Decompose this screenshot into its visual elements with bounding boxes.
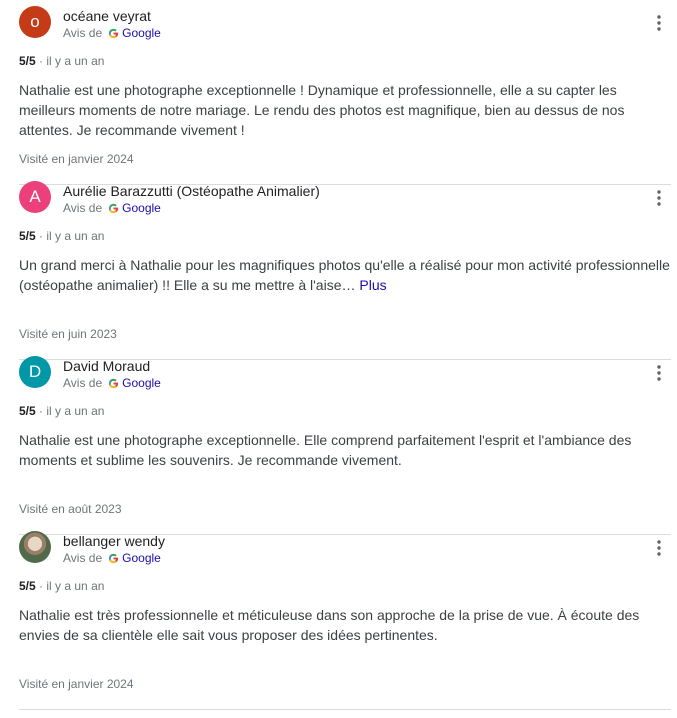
review-source: Avis de Google [63, 201, 161, 215]
review-list: o océane veyrat Avis de Google 5/5 · il … [0, 0, 677, 710]
source-name[interactable]: Google [122, 376, 161, 390]
review-source: Avis de Google [63, 551, 161, 565]
avatar[interactable]: D [19, 356, 51, 388]
review-source: Avis de Google [63, 376, 161, 390]
reviewer-name[interactable]: océane veyrat [63, 8, 151, 24]
reviewer-name[interactable]: David Moraud [63, 358, 150, 374]
rating-row: 5/5 · il y a un an [19, 579, 104, 593]
source-name[interactable]: Google [122, 201, 161, 215]
avatar[interactable]: A [19, 181, 51, 213]
review-card-3: D David Moraud Avis de Google 5/5 · il y… [0, 350, 677, 535]
rating-row: 5/5 · il y a un an [19, 54, 104, 68]
reviewer-name[interactable]: bellanger wendy [63, 533, 165, 549]
reviewer-name[interactable]: Aurélie Barazzutti (Ostéopathe Animalier… [63, 183, 320, 199]
review-time: il y a un an [46, 229, 105, 243]
review-text-content: Nathalie est une photographe exceptionne… [19, 432, 632, 468]
avatar[interactable] [19, 531, 51, 563]
review-text-content: Un grand merci à Nathalie pour les magni… [19, 257, 670, 293]
avatar[interactable]: o [19, 6, 51, 38]
visit-date: Visité en janvier 2024 [19, 152, 134, 166]
rating: 5/5 [19, 54, 36, 68]
rating-row: 5/5 · il y a un an [19, 229, 104, 243]
source-name[interactable]: Google [122, 26, 161, 40]
more-vert-icon [657, 15, 661, 31]
google-g-icon [108, 203, 119, 214]
review-text: Un grand merci à Nathalie pour les magni… [19, 255, 670, 295]
rating: 5/5 [19, 579, 36, 593]
review-text-content: Nathalie est une photographe exceptionne… [19, 82, 625, 138]
more-options-button[interactable] [650, 539, 668, 557]
rating: 5/5 [19, 404, 36, 418]
rating-row: 5/5 · il y a un an [19, 404, 104, 418]
google-g-icon [108, 378, 119, 389]
review-time: il y a un an [46, 579, 105, 593]
review-card-2: A Aurélie Barazzutti (Ostéopathe Animali… [0, 175, 677, 360]
more-vert-icon [657, 190, 661, 206]
more-vert-icon [657, 365, 661, 381]
google-g-icon [108, 553, 119, 564]
google-g-icon [108, 28, 119, 39]
source-prefix: Avis de [63, 376, 103, 390]
divider [19, 709, 671, 710]
source-prefix: Avis de [63, 26, 103, 40]
review-text: Nathalie est très professionnelle et mét… [19, 605, 670, 645]
review-card-1: o océane veyrat Avis de Google 5/5 · il … [0, 0, 677, 185]
more-options-button[interactable] [650, 14, 668, 32]
visit-date: Visité en janvier 2024 [19, 677, 134, 691]
source-prefix: Avis de [63, 551, 103, 565]
review-time: il y a un an [46, 404, 105, 418]
more-vert-icon [657, 540, 661, 556]
more-options-button[interactable] [650, 364, 668, 382]
review-text: Nathalie est une photographe exceptionne… [19, 430, 670, 470]
review-text: Nathalie est une photographe exceptionne… [19, 80, 670, 140]
source-name[interactable]: Google [122, 551, 161, 565]
visit-date: Visité en juin 2023 [19, 327, 117, 341]
more-options-button[interactable] [650, 189, 668, 207]
rating: 5/5 [19, 229, 36, 243]
review-time: il y a un an [46, 54, 105, 68]
visit-date: Visité en août 2023 [19, 502, 122, 516]
review-text-content: Nathalie est très professionnelle et mét… [19, 607, 640, 643]
review-card-4: bellanger wendy Avis de Google 5/5 · il … [0, 525, 677, 710]
review-source: Avis de Google [63, 26, 161, 40]
more-link[interactable]: Plus [359, 277, 386, 293]
source-prefix: Avis de [63, 201, 103, 215]
